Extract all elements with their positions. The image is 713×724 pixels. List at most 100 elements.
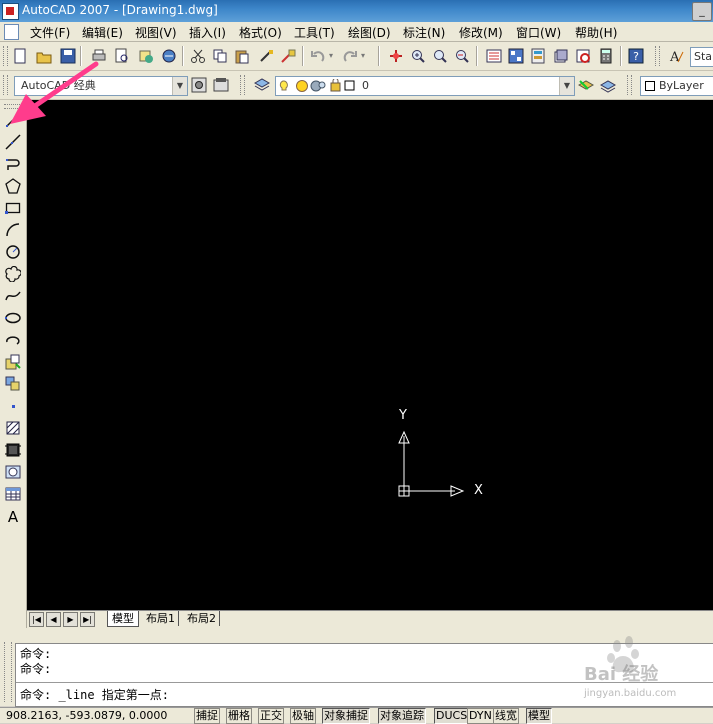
match-properties-icon[interactable] (258, 48, 274, 64)
make-block-icon[interactable] (5, 376, 21, 392)
help-icon[interactable]: ? (628, 48, 644, 64)
block-editor-icon[interactable] (280, 48, 296, 64)
command-history-line: 命令: (20, 662, 52, 676)
layer-dropdown-icon[interactable]: ▼ (559, 77, 574, 95)
menu-insert[interactable]: 插入(I) (189, 24, 226, 41)
draw-toolbar: A (0, 100, 27, 630)
tab-model[interactable]: 模型 (107, 611, 139, 627)
window-title: AutoCAD 2007 - [Drawing1.dwg] (22, 3, 218, 17)
ucs-x-label: X (474, 483, 483, 498)
insert-block-icon[interactable] (5, 354, 21, 370)
toolbar-grip[interactable] (240, 75, 245, 95)
region-icon[interactable] (5, 464, 21, 480)
svg-text:A: A (8, 508, 19, 524)
menu-help[interactable]: 帮助(H) (575, 24, 617, 41)
zoom-previous-icon[interactable] (454, 48, 470, 64)
title-bar[interactable]: AutoCAD 2007 - [Drawing1.dwg] _ (0, 0, 713, 22)
coordinate-readout: 908.2163, -593.0879, 0.0000 (6, 709, 168, 722)
color-swatch (645, 81, 655, 91)
circle-icon[interactable] (5, 244, 21, 260)
workspace-dropdown-icon[interactable]: ▼ (172, 77, 187, 95)
menu-bar: 文件(F) 编辑(E) 视图(V) 插入(I) 格式(O) 工具(T) 绘图(D… (0, 22, 713, 42)
plot-preview-icon[interactable] (114, 48, 130, 64)
watermark-url: jingyan.baidu.com (584, 688, 677, 699)
hatch-icon[interactable] (5, 420, 21, 436)
menu-modify[interactable]: 修改(M) (459, 24, 503, 41)
menu-format[interactable]: 格式(O) (239, 24, 282, 41)
drawing-canvas[interactable]: Y X (27, 100, 713, 610)
workspace-settings-icon[interactable] (191, 77, 207, 93)
polygon-icon[interactable] (5, 178, 21, 194)
svg-text:?: ? (633, 50, 639, 63)
last-tab-icon[interactable]: ▶| (80, 612, 95, 627)
table-icon[interactable] (5, 486, 21, 502)
layer-state-icons[interactable] (279, 79, 357, 93)
gradient-icon[interactable] (5, 442, 21, 458)
3d-dwf-icon[interactable] (161, 48, 177, 64)
text-style-value: Sta (694, 50, 713, 63)
ucs-icon (398, 430, 465, 497)
menu-view[interactable]: 视图(V) (135, 24, 177, 41)
next-tab-icon[interactable]: ▶ (63, 612, 78, 627)
paste-icon[interactable] (234, 48, 250, 64)
menu-tools[interactable]: 工具(T) (294, 24, 335, 41)
layout-tab-bar: |◀ ◀ ▶ ▶| 模型 布局1 布局2 (27, 610, 713, 628)
design-center-icon[interactable] (508, 48, 524, 64)
copy-icon[interactable] (212, 48, 228, 64)
layer-previous-icon[interactable] (600, 77, 616, 93)
prev-tab-icon[interactable]: ◀ (46, 612, 61, 627)
ellipse-icon[interactable] (5, 310, 21, 326)
point-icon[interactable] (5, 398, 21, 414)
menu-file[interactable]: 文件(F) (30, 24, 70, 41)
multiline-text-icon[interactable]: A (5, 508, 21, 524)
menu-draw[interactable]: 绘图(D) (348, 24, 391, 41)
undo-icon[interactable] (310, 48, 326, 64)
layer-manager-icon[interactable] (254, 77, 270, 93)
pan-realtime-icon[interactable] (388, 48, 404, 64)
zoom-window-icon[interactable] (432, 48, 448, 64)
my-workspace-icon[interactable] (213, 77, 229, 93)
menu-window[interactable]: 窗口(W) (516, 24, 561, 41)
redo-dropdown-icon[interactable]: ▾ (361, 51, 365, 60)
tab-layout1[interactable]: 布局1 (143, 611, 179, 626)
properties-icon[interactable] (486, 48, 502, 64)
menu-edit[interactable]: 编辑(E) (82, 24, 123, 41)
layer-value: 0 (362, 79, 369, 92)
command-window-grip[interactable] (4, 642, 12, 702)
redo-icon[interactable] (342, 48, 358, 64)
watermark-brand: Bai 经验 (584, 664, 659, 685)
text-style-combo[interactable]: Sta (690, 47, 713, 67)
publish-icon[interactable] (138, 48, 154, 64)
undo-dropdown-icon[interactable]: ▾ (329, 51, 333, 60)
sheet-set-manager-icon[interactable] (553, 48, 569, 64)
polyline-icon[interactable] (5, 156, 21, 172)
tool-palettes-icon[interactable] (530, 48, 546, 64)
minimize-button[interactable]: _ (692, 2, 712, 21)
quick-calc-icon[interactable] (598, 48, 614, 64)
markup-set-manager-icon[interactable] (575, 48, 591, 64)
zoom-realtime-icon[interactable] (410, 48, 426, 64)
color-combo[interactable]: ByLayer (640, 76, 713, 96)
revision-cloud-icon[interactable] (5, 266, 21, 282)
app-icon[interactable] (2, 3, 19, 20)
toolbar-grip[interactable] (627, 75, 632, 95)
cut-icon[interactable] (190, 48, 206, 64)
layer-combo[interactable]: 0 ▼ (275, 76, 575, 96)
text-style-icon[interactable]: A (668, 48, 684, 64)
ucs-y-label: Y (399, 408, 407, 423)
command-prompt: 命令: _line 指定第一点: (20, 688, 170, 702)
arc-icon[interactable] (5, 222, 21, 238)
toolbar-grip[interactable] (655, 46, 660, 66)
annotation-arrow (10, 61, 99, 124)
document-icon[interactable] (4, 24, 19, 40)
spline-icon[interactable] (5, 288, 21, 304)
color-value: ByLayer (659, 79, 704, 92)
ellipse-arc-icon[interactable] (5, 332, 21, 348)
rectangle-icon[interactable] (5, 200, 21, 216)
tab-layout2[interactable]: 布局2 (184, 611, 220, 626)
first-tab-icon[interactable]: |◀ (29, 612, 44, 627)
status-bar: 908.2163, -593.0879, 0.0000 捕捉 栅格 正交 极轴 … (0, 707, 713, 724)
menu-dimension[interactable]: 标注(N) (403, 24, 445, 41)
make-object-layer-current-icon[interactable] (578, 77, 594, 93)
construction-line-icon[interactable] (5, 134, 21, 150)
